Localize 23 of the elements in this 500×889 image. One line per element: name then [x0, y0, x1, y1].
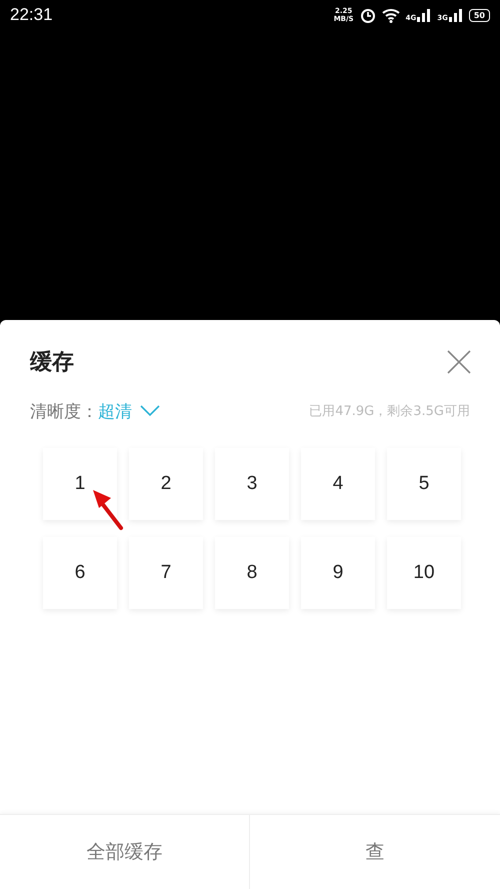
wifi-icon	[382, 8, 400, 22]
chevron-down-icon	[140, 405, 160, 417]
battery-level: 50	[468, 8, 490, 22]
close-button[interactable]	[446, 349, 472, 375]
episode-button[interactable]: 1	[43, 448, 117, 520]
bottom-button[interactable]: 全部缓存	[0, 815, 249, 889]
episode-button[interactable]: 8	[215, 537, 289, 609]
episode-button[interactable]: 6	[43, 537, 117, 609]
signal-icon	[417, 8, 432, 22]
episode-button[interactable]: 9	[301, 537, 375, 609]
clock-time: 22:31	[10, 5, 54, 25]
episode-button[interactable]: 10	[387, 537, 461, 609]
sheet-title: 缓存	[30, 349, 74, 377]
signal-icon	[448, 8, 463, 22]
storage-info: 已用47.9G，剩余3.5G可用	[309, 403, 470, 420]
alarm-icon	[360, 7, 376, 23]
episode-button[interactable]: 3	[215, 448, 289, 520]
quality-label: 清晰度：	[30, 400, 98, 422]
episode-button[interactable]: 5	[387, 448, 461, 520]
bottom-button[interactable]: 查	[249, 815, 500, 889]
episode-button[interactable]: 4	[301, 448, 375, 520]
episode-button[interactable]: 2	[129, 448, 203, 520]
episode-button[interactable]: 7	[129, 537, 203, 609]
